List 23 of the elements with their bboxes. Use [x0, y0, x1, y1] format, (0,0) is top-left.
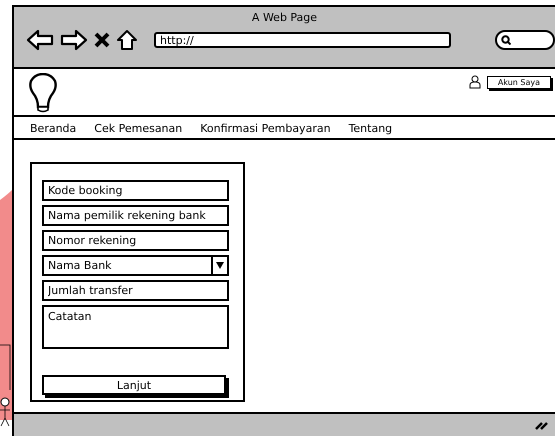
- home-icon[interactable]: [116, 29, 138, 51]
- text-field[interactable]: Nama pemilik rekening bank: [42, 205, 229, 226]
- back-arrow-icon[interactable]: [26, 29, 54, 51]
- close-icon[interactable]: [94, 32, 110, 48]
- notes-field[interactable]: Catatan: [42, 305, 229, 349]
- dropdown-field[interactable]: Nama Bank: [42, 255, 229, 276]
- search-field[interactable]: [495, 30, 555, 50]
- nav-link[interactable]: Beranda: [30, 122, 76, 135]
- forward-arrow-icon[interactable]: [60, 29, 88, 51]
- text-field[interactable]: Kode booking: [42, 180, 229, 201]
- dropdown-caret-icon: [216, 262, 224, 269]
- nav-link[interactable]: Konfirmasi Pembayaran: [200, 122, 331, 135]
- text-field[interactable]: Nomor rekening: [42, 230, 229, 251]
- user-icon: [468, 75, 481, 89]
- account-button[interactable]: Akun Saya: [486, 76, 551, 88]
- resize-grip-icon[interactable]: [535, 420, 549, 430]
- nav-link[interactable]: Tentang: [348, 122, 392, 135]
- address-field[interactable]: http://: [154, 32, 451, 48]
- search-icon: [501, 35, 511, 45]
- window-title: A Web Page: [250, 10, 318, 25]
- lightbulb-icon: [28, 73, 58, 115]
- continue-button[interactable]: Lanjut: [42, 375, 226, 395]
- nav-link[interactable]: Cek Pemesanan: [94, 122, 182, 135]
